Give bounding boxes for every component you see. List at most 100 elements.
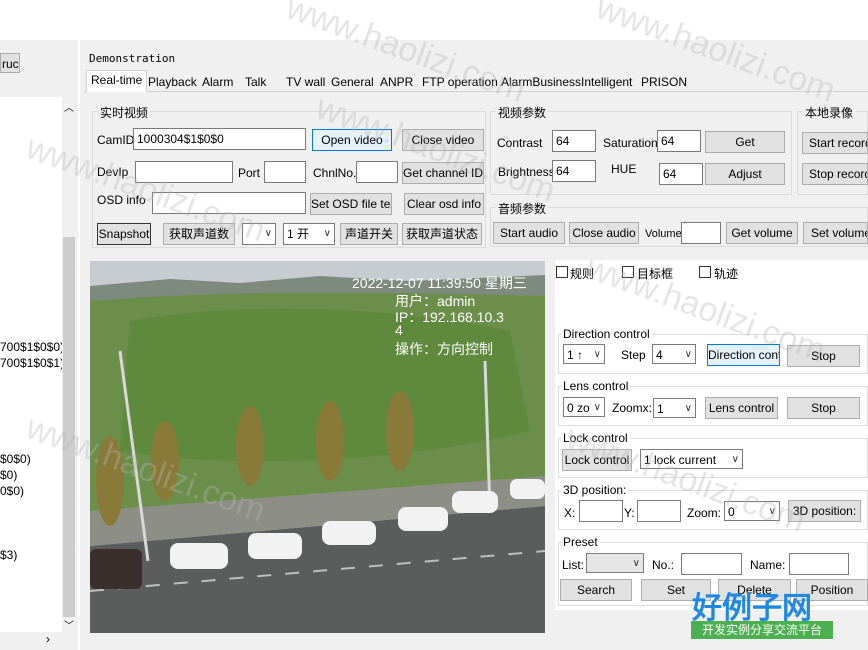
get-params-button[interactable]: Get [705, 131, 785, 153]
set-osd-button[interactable]: Set OSD file text [310, 193, 392, 215]
preset-search-button[interactable]: Search [560, 579, 632, 601]
direction-stop-button[interactable]: Stop [787, 345, 860, 367]
hue-input[interactable]: 64 [659, 163, 703, 185]
rule-checkbox[interactable] [556, 266, 568, 278]
tab-general[interactable]: General [327, 73, 378, 91]
rule-label: 规则 [570, 267, 595, 281]
close-audio-button[interactable]: Close audio [569, 222, 639, 244]
clear-osd-button[interactable]: Clear osd info [404, 193, 484, 215]
devip-label: DevIp [97, 165, 129, 179]
direction-control-label: Direction control [708, 348, 779, 362]
tab-alarm-business[interactable]: AlarmBusiness [497, 73, 585, 91]
tab-tv-wall[interactable]: TV wall [282, 73, 329, 91]
tab-intelligent[interactable]: Intelligent [577, 73, 636, 91]
zoom-label: Zoom: [687, 506, 722, 520]
port-label: Port [238, 166, 261, 180]
scroll-up-icon[interactable]: ︿ [64, 99, 74, 114]
list-item[interactable]: 700$1$0$1) [0, 356, 64, 370]
preset-list-select[interactable]: ∨ [586, 553, 644, 573]
tab-playback[interactable]: Playback [144, 73, 201, 91]
lock-title: Lock control [561, 431, 630, 445]
tab-alarm[interactable]: Alarm [198, 73, 237, 91]
port-input[interactable] [264, 161, 306, 183]
tab-anpr[interactable]: ANPR [376, 73, 417, 91]
preset-no-input[interactable] [681, 553, 742, 575]
position3d-title: 3D position: [561, 483, 629, 497]
target-box-label: 目标框 [637, 267, 674, 281]
stop-record-button[interactable]: Stop record [802, 163, 868, 185]
osd-info-input[interactable] [152, 192, 306, 214]
scroll-thumb[interactable] [63, 237, 75, 617]
get-volume-button[interactable]: Get volume [726, 222, 798, 244]
chevron-down-icon: ∨ [731, 454, 739, 465]
vertical-scrollbar[interactable]: ︿ ﹀ [62, 97, 76, 632]
list-item[interactable]: $0$0) [0, 452, 31, 466]
chevron-down-icon: ∨ [264, 228, 272, 239]
name-label: Name: [750, 558, 786, 572]
get-channels-button[interactable]: 获取声道数 [163, 223, 235, 245]
camid-input[interactable]: 1000304$1$0$0 [133, 128, 306, 150]
adjust-button[interactable]: Adjust [705, 163, 785, 185]
y-input[interactable] [637, 500, 681, 522]
list-item[interactable]: $0) [0, 468, 17, 482]
position3d-button[interactable]: 3D position: [788, 500, 861, 522]
chevron-down-icon: ∨ [593, 349, 601, 360]
scroll-right-icon[interactable]: › [46, 632, 50, 646]
lock-select-value: 1 lock current [644, 453, 717, 467]
horizontal-scrollbar[interactable]: › [0, 632, 62, 648]
direction-select[interactable]: 1 ↑ ∨ [563, 344, 605, 364]
brightness-input[interactable]: 64 [552, 160, 596, 182]
no-label: No.: [652, 558, 675, 572]
lens-stop-button[interactable]: Stop [787, 397, 860, 419]
zoom-select[interactable]: 0 zo ∨ [563, 397, 605, 417]
devip-input[interactable] [135, 161, 233, 183]
open-video-button[interactable]: Open video [312, 129, 392, 151]
channel-switch-button[interactable]: 声道开关 [340, 223, 398, 245]
list-item[interactable]: $3) [0, 548, 17, 562]
local-record-title: 本地录像 [803, 104, 856, 121]
step-select[interactable]: 4 ∨ [652, 344, 696, 364]
set-volume-button[interactable]: Set volume [803, 222, 868, 244]
chevron-down-icon: ∨ [632, 558, 640, 569]
direction-select-value: 1 ↑ [567, 348, 584, 362]
left-tree-list[interactable]: 700$1$0$0) 700$1$0$1) $0$0) $0) 0$0) $3) [0, 97, 64, 632]
video-ip: IP：192.168.10.3 [395, 309, 504, 325]
contrast-input[interactable]: 64 [552, 130, 596, 152]
target-box-checkbox[interactable] [622, 266, 634, 278]
snapshot-button[interactable]: Snapshot [97, 223, 151, 245]
zoom-select-value: 0 zo [567, 401, 590, 415]
tab-strip-line [84, 91, 868, 92]
direction-control-button[interactable]: Direction control [707, 344, 780, 366]
zoom3d-select[interactable]: 0 ∨ [724, 501, 780, 521]
chevron-down-icon: ∨ [684, 349, 692, 360]
get-channel-id-button[interactable]: Get channel ID [402, 162, 484, 184]
track-checkbox[interactable] [699, 266, 711, 278]
tab-ftp-operation[interactable]: FTP operation [418, 73, 502, 91]
lock-select[interactable]: 1 lock current ∨ [640, 449, 743, 469]
left-top-button[interactable]: ruc [0, 53, 20, 73]
saturation-input[interactable]: 64 [657, 130, 701, 152]
tab-real-time[interactable]: Real-time [86, 70, 148, 92]
video-display[interactable]: 2022-12-07 11:39:50 星期三 用户：admin IP：192.… [90, 261, 545, 633]
preset-name-input[interactable] [789, 553, 849, 575]
start-audio-button[interactable]: Start audio [493, 222, 565, 244]
channel-empty-select[interactable]: ∨ [242, 223, 276, 245]
volume-input[interactable] [681, 222, 721, 244]
hue-label: HUE [611, 162, 637, 176]
list-item[interactable]: 0$0) [0, 484, 24, 498]
x-input[interactable] [579, 500, 623, 522]
chnlno-input[interactable] [356, 161, 398, 183]
tab-prison[interactable]: PRISON [637, 73, 691, 91]
list-item[interactable]: 700$1$0$0) [0, 340, 64, 354]
zoomx-select[interactable]: 1 ∨ [653, 398, 696, 418]
channel-select[interactable]: 1 开 ∨ [283, 223, 335, 245]
zoomx-select-value: 1 [657, 402, 664, 416]
tab-talk[interactable]: Talk [241, 73, 270, 91]
lock-control-button[interactable]: Lock control [562, 449, 632, 471]
audio-params-title: 音频参数 [496, 200, 549, 217]
channel-status-button[interactable]: 获取声道状态 [402, 223, 482, 245]
close-video-button[interactable]: Close video [402, 129, 484, 151]
scroll-down-icon[interactable]: ﹀ [64, 617, 74, 632]
start-record-button[interactable]: Start record [802, 132, 868, 154]
lens-control-button[interactable]: Lens control [705, 397, 778, 419]
